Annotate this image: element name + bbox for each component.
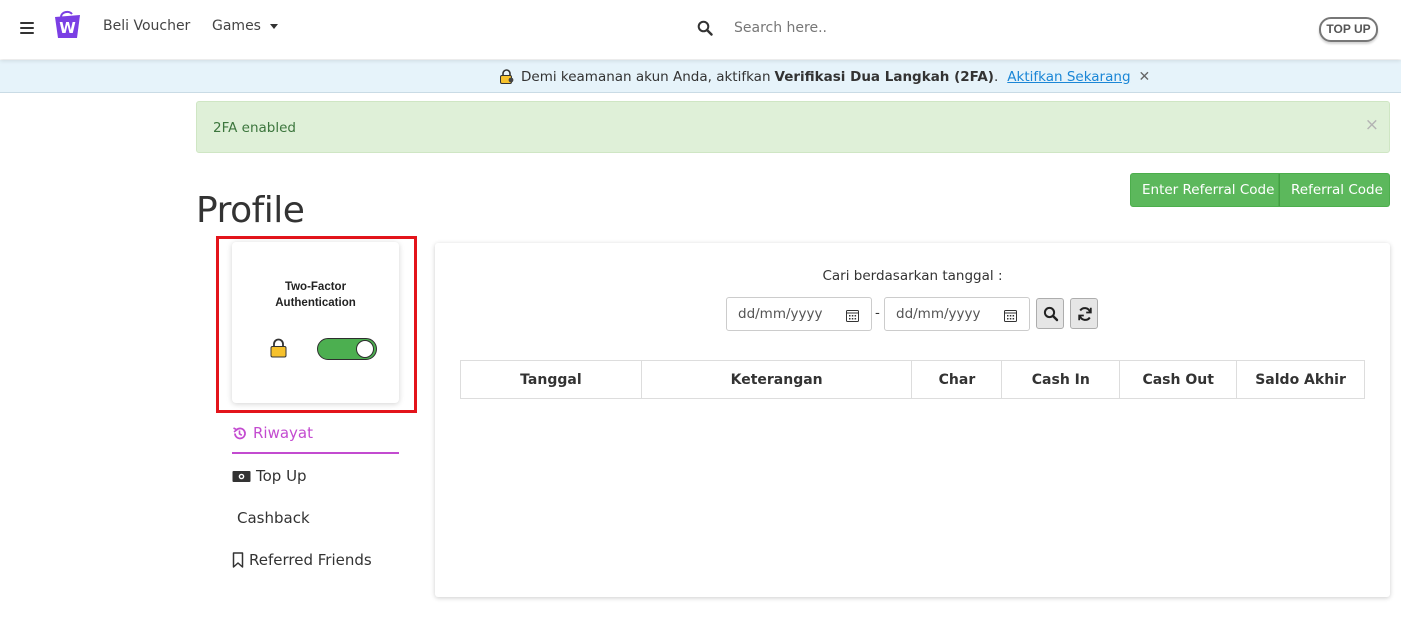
sidebar-item-label: Cashback	[237, 509, 310, 527]
sidebar-item-top-up[interactable]: Top Up	[232, 467, 307, 485]
chevron-down-icon[interactable]	[270, 24, 278, 29]
logo-letter: W	[59, 19, 76, 37]
referral-code-button[interactable]: Referral Code	[1279, 173, 1390, 207]
sidebar-item-referred-friends[interactable]: Referred Friends	[232, 551, 372, 569]
toggle-knob	[356, 340, 374, 358]
refresh-button[interactable]	[1070, 298, 1098, 329]
date-to-input[interactable]: dd/mm/yyyy	[884, 297, 1030, 331]
search-icon	[1043, 306, 1059, 322]
top-navbar: W Beli Voucher Games TOP UP	[0, 0, 1401, 59]
date-to-value: dd/mm/yyyy	[896, 306, 981, 322]
refresh-icon	[1078, 307, 1092, 321]
history-panel: Cari berdasarkan tanggal : dd/mm/yyyy - …	[435, 243, 1390, 597]
twofa-banner: Demi keamanan akun Anda, aktifkan Verifi…	[0, 60, 1401, 93]
nav-beli-voucher[interactable]: Beli Voucher	[103, 18, 190, 34]
active-tab-underline	[232, 452, 399, 454]
sidebar-item-label: Top Up	[256, 467, 307, 485]
date-separator: -	[875, 305, 880, 321]
twofa-card-title: Two-Factor Authentication	[232, 279, 399, 311]
enter-referral-code-button[interactable]: Enter Referral Code	[1130, 173, 1279, 207]
search-icon[interactable]	[697, 20, 713, 36]
logo-icon[interactable]: W	[53, 10, 83, 40]
banner-period: .	[993, 68, 999, 85]
banner-text: Demi keamanan akun Anda, aktifkan	[521, 68, 771, 85]
twofa-title-line2: Authentication	[275, 297, 356, 309]
column-header-keterangan[interactable]: Keterangan	[640, 360, 913, 399]
page-title: Profile	[196, 190, 305, 231]
column-header-cash-in[interactable]: Cash In	[1001, 360, 1121, 399]
sidebar-item-riwayat[interactable]: Riwayat	[232, 424, 313, 442]
activate-now-link[interactable]: Aktifkan Sekarang	[1007, 69, 1130, 85]
column-header-saldo-akhir[interactable]: Saldo Akhir	[1236, 360, 1365, 399]
search-date-button[interactable]	[1036, 298, 1064, 329]
sidebar-item-label: Referred Friends	[249, 551, 372, 569]
calendar-icon[interactable]	[846, 309, 859, 322]
nav-games[interactable]: Games	[212, 18, 261, 34]
alert-text: 2FA enabled	[213, 120, 296, 136]
lock-icon	[270, 338, 287, 358]
column-header-cash-out[interactable]: Cash Out	[1119, 360, 1238, 399]
date-filter-label: Cari berdasarkan tanggal :	[822, 268, 1003, 284]
lock-key-icon	[500, 69, 514, 84]
calendar-icon[interactable]	[1004, 309, 1017, 322]
money-icon	[232, 470, 251, 482]
twofa-toggle[interactable]	[317, 338, 377, 360]
history-icon	[233, 426, 246, 439]
banner-bold-text: Verifikasi Dua Langkah (2FA)	[774, 68, 994, 85]
success-alert: 2FA enabled ×	[196, 101, 1390, 153]
hamburger-menu-icon[interactable]	[20, 22, 34, 34]
date-from-input[interactable]: dd/mm/yyyy	[726, 297, 872, 331]
sidebar-item-label: Riwayat	[253, 424, 313, 442]
bookmark-icon	[232, 552, 244, 568]
column-header-tanggal[interactable]: Tanggal	[460, 360, 642, 399]
history-table: Tanggal Keterangan Char Cash In Cash Out…	[460, 360, 1365, 399]
date-from-value: dd/mm/yyyy	[738, 306, 823, 322]
alert-close-icon[interactable]: ×	[1365, 117, 1379, 134]
close-icon[interactable]: ✕	[1139, 70, 1151, 84]
twofa-title-line1: Two-Factor	[284, 281, 347, 293]
referral-button-group: Enter Referral Code Referral Code	[1130, 173, 1390, 207]
top-up-button[interactable]: TOP UP	[1319, 17, 1378, 42]
table-header-row: Tanggal Keterangan Char Cash In Cash Out…	[460, 360, 1365, 399]
search-input[interactable]	[726, 14, 1026, 42]
sidebar-item-cashback[interactable]: Cashback	[237, 509, 310, 527]
twofa-card: Two-Factor Authentication	[232, 242, 399, 403]
column-header-char[interactable]: Char	[911, 360, 1003, 399]
